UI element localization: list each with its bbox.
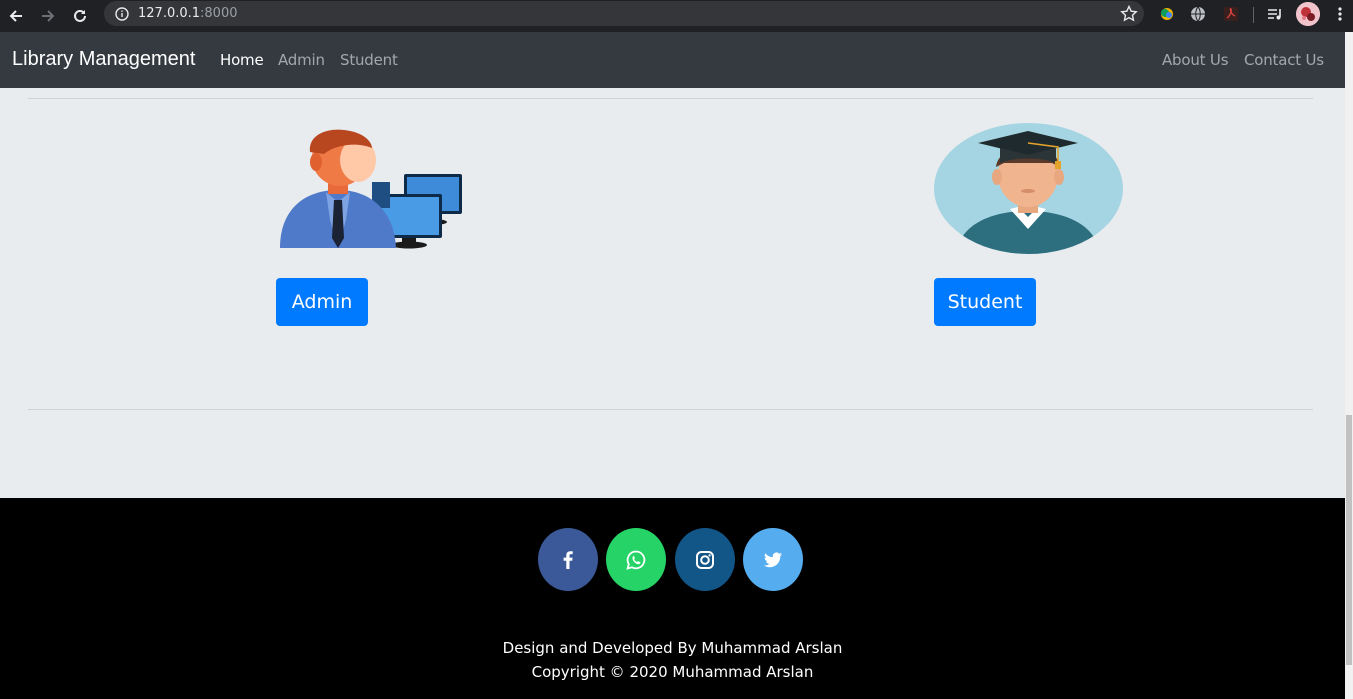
- extension-icon[interactable]: [1157, 4, 1177, 24]
- back-arrow-icon: [9, 10, 22, 22]
- bottom-divider: [28, 409, 1313, 410]
- whatsapp-button[interactable]: [606, 528, 666, 591]
- pdf-icon[interactable]: [1221, 4, 1241, 24]
- admin-illustration: [276, 128, 466, 252]
- back-button[interactable]: [0, 0, 32, 32]
- facebook-icon: [563, 550, 573, 569]
- student-illustration: [934, 123, 1123, 254]
- facebook-button[interactable]: [538, 528, 598, 591]
- scrollbar-thumb[interactable]: [1346, 415, 1352, 665]
- admin-button[interactable]: Admin: [276, 278, 368, 326]
- nav-link-admin[interactable]: Admin: [278, 51, 325, 69]
- info-icon[interactable]: [114, 6, 130, 22]
- footer-copyright: Copyright © 2020 Muhammad Arslan: [531, 663, 814, 681]
- address-bar[interactable]: 127.0.0.1:8000: [104, 1, 1144, 26]
- twitter-icon: [764, 552, 782, 567]
- forward-arrow-icon: [42, 10, 55, 22]
- site-navbar: Library Management Home Admin Student Ab…: [0, 32, 1345, 88]
- reload-button[interactable]: [64, 0, 96, 32]
- forward-button[interactable]: [32, 0, 64, 32]
- nav-link-contact-us[interactable]: Contact Us: [1244, 51, 1324, 69]
- twitter-button[interactable]: [743, 528, 803, 591]
- reload-icon: [74, 9, 86, 22]
- student-button[interactable]: Student: [934, 278, 1036, 326]
- instagram-button[interactable]: [675, 528, 735, 591]
- instagram-icon: [696, 550, 714, 569]
- navbar-brand[interactable]: Library Management: [12, 48, 195, 71]
- page-scrollbar[interactable]: [1345, 32, 1353, 699]
- toolbar-divider: [1253, 7, 1254, 23]
- nav-link-about-us[interactable]: About Us: [1162, 51, 1229, 69]
- media-control-icon[interactable]: [1265, 4, 1285, 24]
- nav-link-home[interactable]: Home: [220, 51, 264, 69]
- nav-link-student[interactable]: Student: [340, 51, 398, 69]
- menu-dots-icon[interactable]: [1330, 4, 1350, 24]
- url-host: 127.0.0.1: [138, 6, 201, 21]
- globe-icon[interactable]: [1188, 4, 1208, 24]
- top-divider: [28, 98, 1313, 99]
- bookmark-star-icon[interactable]: [1120, 5, 1138, 23]
- url-port: :8000: [200, 6, 238, 21]
- profile-avatar[interactable]: [1296, 2, 1320, 26]
- browser-toolbar: 127.0.0.1:8000: [0, 0, 1353, 32]
- whatsapp-icon: [626, 550, 646, 570]
- site-footer: Design and Developed By Muhammad Arslan …: [0, 498, 1345, 699]
- footer-credit: Design and Developed By Muhammad Arslan: [502, 639, 843, 657]
